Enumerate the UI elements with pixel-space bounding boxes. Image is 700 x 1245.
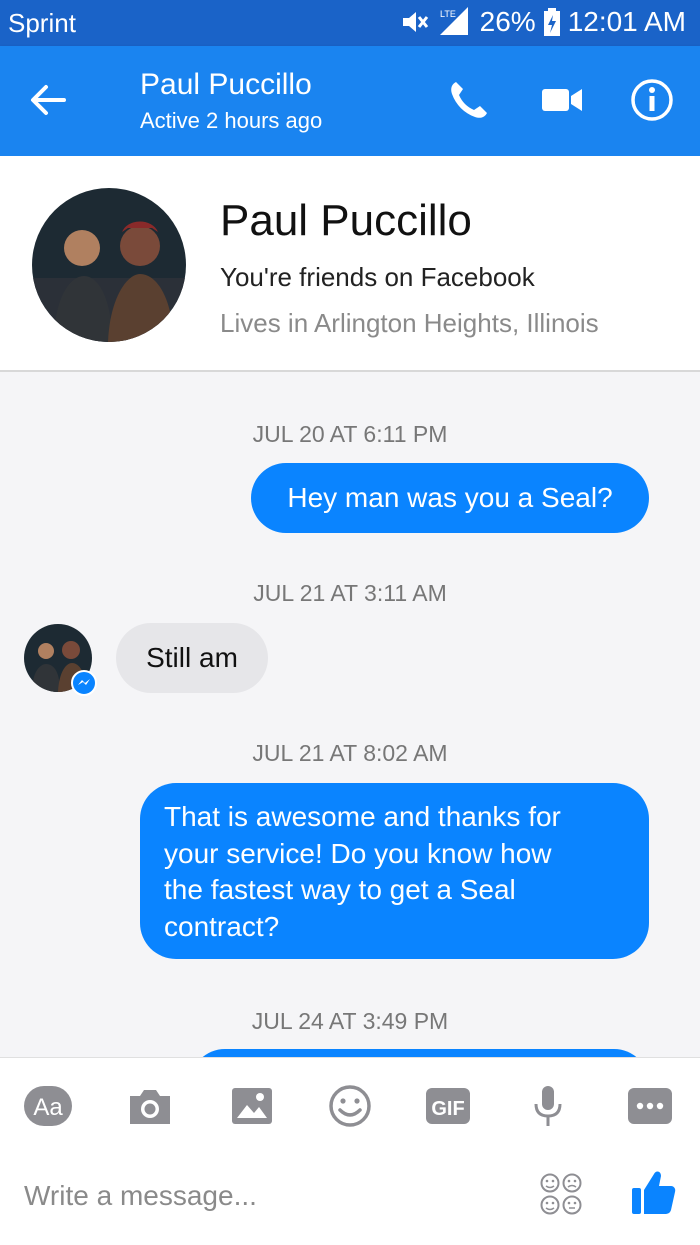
thumbs-up-icon[interactable] <box>630 1168 676 1218</box>
message-input[interactable]: Write a message... <box>24 1180 257 1212</box>
phone-icon[interactable] <box>444 76 492 124</box>
stickers-icon[interactable] <box>539 1172 583 1216</box>
contact-profile-card: Paul Puccillo You're friends on Facebook… <box>0 156 700 372</box>
gif-label: GIF <box>431 1098 464 1120</box>
image-icon[interactable] <box>228 1084 276 1128</box>
message-line: That is awesome and thanks for <box>164 801 561 832</box>
message-timestamp: JUL 20 AT 6:11 PM <box>252 421 448 447</box>
message-line: contract? <box>164 910 280 942</box>
camera-icon[interactable] <box>126 1084 174 1128</box>
signal-icon: LTE <box>439 7 468 35</box>
battery-percent: 26% <box>479 6 536 37</box>
outgoing-message-bubble[interactable]: Hey man was you a Seal? <box>251 463 649 533</box>
mute-icon <box>402 12 428 32</box>
carrier-name: Sprint <box>8 8 76 38</box>
video-camera-icon[interactable] <box>538 76 586 124</box>
network-label: LTE <box>440 9 456 19</box>
message-line: your service! Do you know how <box>164 837 552 869</box>
text-format-label: Aa <box>33 1094 63 1121</box>
message-line: the fastest way to get a Seal <box>164 874 516 905</box>
emoji-icon[interactable] <box>326 1084 374 1128</box>
status-bar: Sprint LTE 26% 12:01 AM <box>0 0 700 46</box>
gif-icon[interactable]: GIF <box>424 1084 472 1128</box>
back-arrow-icon[interactable] <box>26 78 70 122</box>
text-format-icon[interactable]: Aa <box>24 1084 72 1128</box>
message-timestamp: JUL 21 AT 8:02 AM <box>252 740 448 766</box>
clock: 12:01 AM <box>567 6 686 37</box>
avatar[interactable] <box>32 188 186 342</box>
message-timestamp: JUL 24 AT 3:49 PM <box>251 1008 449 1034</box>
info-icon[interactable] <box>628 76 676 124</box>
status-icons: LTE 26% 12:01 AM <box>400 6 686 38</box>
profile-name: Paul Puccillo <box>220 196 472 245</box>
battery-charging-icon <box>543 8 560 36</box>
outgoing-message-bubble[interactable]: That is awesome and thanks for your serv… <box>140 783 649 959</box>
contact-name[interactable]: Paul Puccillo <box>140 68 312 102</box>
microphone-icon[interactable] <box>524 1084 572 1128</box>
active-status: Active 2 hours ago <box>140 108 323 133</box>
conversation-header: Paul Puccillo Active 2 hours ago <box>0 46 700 156</box>
message-composer: Aa GIF Write a message... <box>0 1057 700 1245</box>
messenger-badge-icon <box>71 670 97 696</box>
location-text: Lives in Arlington Heights, Illinois <box>220 308 599 338</box>
incoming-message-bubble[interactable]: Still am <box>116 623 268 693</box>
friendship-status: You're friends on Facebook <box>220 262 535 292</box>
message-timestamp: JUL 21 AT 3:11 AM <box>253 580 447 606</box>
more-icon[interactable] <box>626 1084 674 1128</box>
